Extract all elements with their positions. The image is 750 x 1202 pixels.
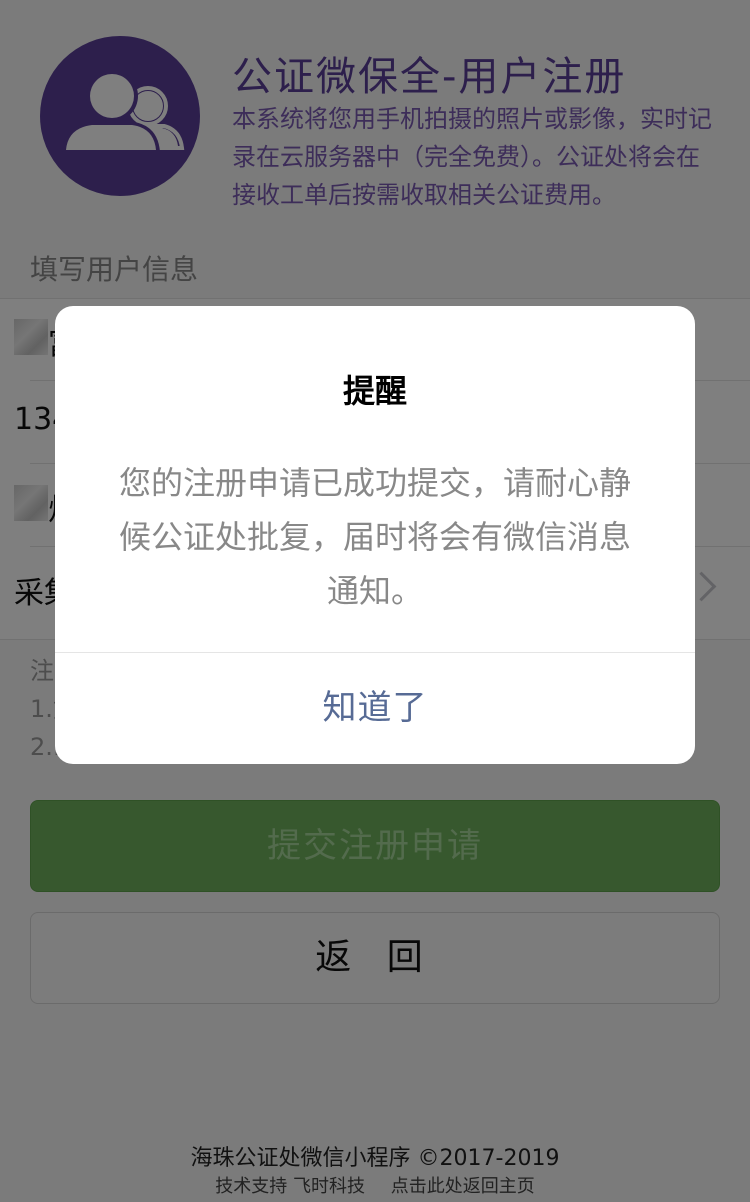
registration-page: 公证微保全-用户注册 本系统将您用手机拍摄的照片或影像，实时记录在云服务器中（完… [0,0,750,1202]
modal-confirm-button[interactable]: 知道了 [55,653,695,764]
modal-content: 您的注册申请已成功提交，请耐心静候公证处批复，届时将会有微信消息通知。 [118,464,631,610]
modal-title: 提醒 [342,372,407,410]
alert-modal: 提醒 您的注册申请已成功提交，请耐心静候公证处批复，届时将会有微信消息通知。 知… [55,306,695,764]
